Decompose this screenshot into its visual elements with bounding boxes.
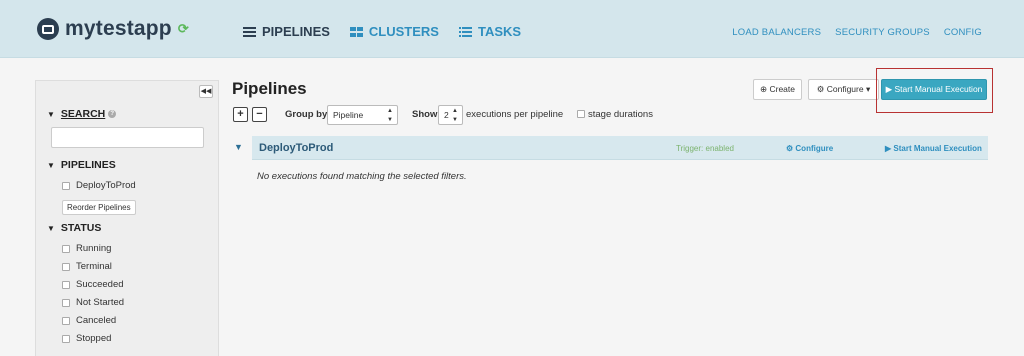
app-icon xyxy=(37,18,59,40)
select-arrows-icon: ▲ ▼ xyxy=(452,108,458,123)
create-label: Create xyxy=(769,84,795,94)
app-logo[interactable]: mytestapp ⟳ xyxy=(37,17,189,41)
reorder-pipelines-button[interactable]: Reorder Pipelines xyxy=(62,200,136,215)
nav-clusters[interactable]: CLUSTERS xyxy=(349,24,439,39)
nav-clusters-label: CLUSTERS xyxy=(368,24,439,39)
nav-load-balancers[interactable]: LOAD BALANCERS xyxy=(732,27,821,38)
select-arrows-icon: ▲ ▼ xyxy=(387,108,393,123)
pipeline-configure-link[interactable]: ⚙ Configure xyxy=(786,144,833,153)
start-manual-execution-label: Start Manual Execution xyxy=(894,84,983,94)
configure-button[interactable]: ⚙ Configure ▾ xyxy=(808,79,879,100)
collapse-all-button[interactable]: − xyxy=(252,107,267,122)
checkbox[interactable] xyxy=(62,334,70,343)
gear-icon: ⚙ xyxy=(816,84,825,94)
search-section-header[interactable]: ▼ SEARCH ? xyxy=(47,108,117,120)
page-title: Pipelines xyxy=(232,79,307,98)
top-header: mytestapp ⟳ PIPELINES CLUSTERS TASKS LOA… xyxy=(0,0,1024,58)
pipeline-filter-deploytoprod[interactable]: DeployToProd xyxy=(62,180,136,191)
status-label: Not Started xyxy=(76,297,125,308)
search-input[interactable] xyxy=(51,127,204,148)
pipeline-row: DeployToProd Trigger: enabled ⚙ Configur… xyxy=(252,136,988,160)
nav-pipelines-label: PIPELINES xyxy=(262,24,330,39)
status-filter-stopped[interactable]: Stopped xyxy=(62,333,111,344)
group-by-select[interactable]: Pipeline ▲ ▼ xyxy=(327,105,398,125)
status-label: Canceled xyxy=(76,315,117,326)
nav-security-groups[interactable]: SECURITY GROUPS xyxy=(835,27,930,38)
checkbox[interactable] xyxy=(62,298,70,307)
pipelines-section-header[interactable]: ▼ PIPELINES xyxy=(47,159,116,171)
search-label: SEARCH xyxy=(60,108,106,120)
filter-sidebar: ◀◀ ▼ SEARCH ? ▼ PIPELINES DeployToProd R… xyxy=(35,80,219,356)
checkbox[interactable] xyxy=(62,262,70,271)
plus-circle-icon: ⊕ xyxy=(759,84,768,94)
nav-config[interactable]: CONFIG xyxy=(944,27,982,38)
create-button[interactable]: ⊕ Create xyxy=(753,79,802,100)
pipeline-name[interactable]: DeployToProd xyxy=(259,142,333,154)
nav-tasks[interactable]: TASKS xyxy=(458,24,522,39)
task-list-icon xyxy=(458,26,472,37)
nav-pipelines[interactable]: PIPELINES xyxy=(243,24,330,39)
status-filter-terminal[interactable]: Terminal xyxy=(62,261,112,272)
list-icon xyxy=(243,26,256,37)
empty-executions-message: No executions found matching the selecte… xyxy=(257,171,467,182)
stage-durations-label: stage durations xyxy=(588,109,653,120)
checkbox[interactable] xyxy=(62,316,70,325)
main-nav: PIPELINES CLUSTERS TASKS xyxy=(243,24,541,39)
status-section-header[interactable]: ▼ STATUS xyxy=(47,222,101,234)
status-label: Stopped xyxy=(76,333,112,344)
caret-down-icon: ▾ xyxy=(865,84,871,94)
pipeline-filter-label: DeployToProd xyxy=(76,180,136,191)
refresh-icon[interactable]: ⟳ xyxy=(178,21,189,37)
configure-label: Configure xyxy=(826,84,864,94)
play-icon: ▶ xyxy=(885,84,893,94)
chevron-down-icon[interactable]: ▼ xyxy=(234,142,243,152)
grid-icon xyxy=(349,26,363,37)
chevron-down-icon: ▼ xyxy=(47,109,55,119)
status-label: Succeeded xyxy=(76,279,124,290)
status-filter-succeeded[interactable]: Succeeded xyxy=(62,279,124,290)
app-name: mytestapp xyxy=(65,17,172,40)
start-manual-execution-button[interactable]: ▶ Start Manual Execution xyxy=(881,79,987,100)
play-icon: ▶ xyxy=(885,144,892,153)
show-count-value: 2 xyxy=(444,110,449,120)
checkbox[interactable] xyxy=(62,244,70,253)
group-by-value: Pipeline xyxy=(333,110,364,120)
pipeline-configure-label: Configure xyxy=(795,144,834,153)
help-icon[interactable]: ? xyxy=(108,110,117,118)
checkbox[interactable] xyxy=(62,181,70,190)
gear-icon: ⚙ xyxy=(786,144,794,153)
chevron-down-icon: ▼ xyxy=(47,160,55,170)
pipelines-section-label: PIPELINES xyxy=(60,159,116,171)
show-count-select[interactable]: 2 ▲ ▼ xyxy=(438,105,463,125)
show-label: Show xyxy=(412,109,438,120)
status-filter-running[interactable]: Running xyxy=(62,243,111,254)
group-by-label: Group by xyxy=(285,109,328,120)
checkbox[interactable] xyxy=(62,280,70,289)
status-section-label: STATUS xyxy=(60,222,102,234)
pipeline-start-link[interactable]: ▶ Start Manual Execution xyxy=(885,144,982,153)
expand-all-button[interactable]: + xyxy=(233,107,248,122)
status-filter-not-started[interactable]: Not Started xyxy=(62,297,124,308)
pipeline-start-label: Start Manual Execution xyxy=(893,144,982,153)
status-label: Terminal xyxy=(76,261,112,272)
status-label: Running xyxy=(76,243,112,254)
nav-tasks-label: TASKS xyxy=(477,24,522,39)
chevron-down-icon: ▼ xyxy=(47,223,55,233)
executions-per-pipeline-label: executions per pipeline xyxy=(466,109,564,120)
status-filter-canceled[interactable]: Canceled xyxy=(62,315,116,326)
collapse-sidebar-button[interactable]: ◀◀ xyxy=(199,85,213,98)
secondary-nav: LOAD BALANCERS SECURITY GROUPS CONFIG xyxy=(718,27,982,38)
trigger-status: Trigger: enabled xyxy=(676,144,734,153)
stage-durations-checkbox[interactable] xyxy=(577,110,585,118)
